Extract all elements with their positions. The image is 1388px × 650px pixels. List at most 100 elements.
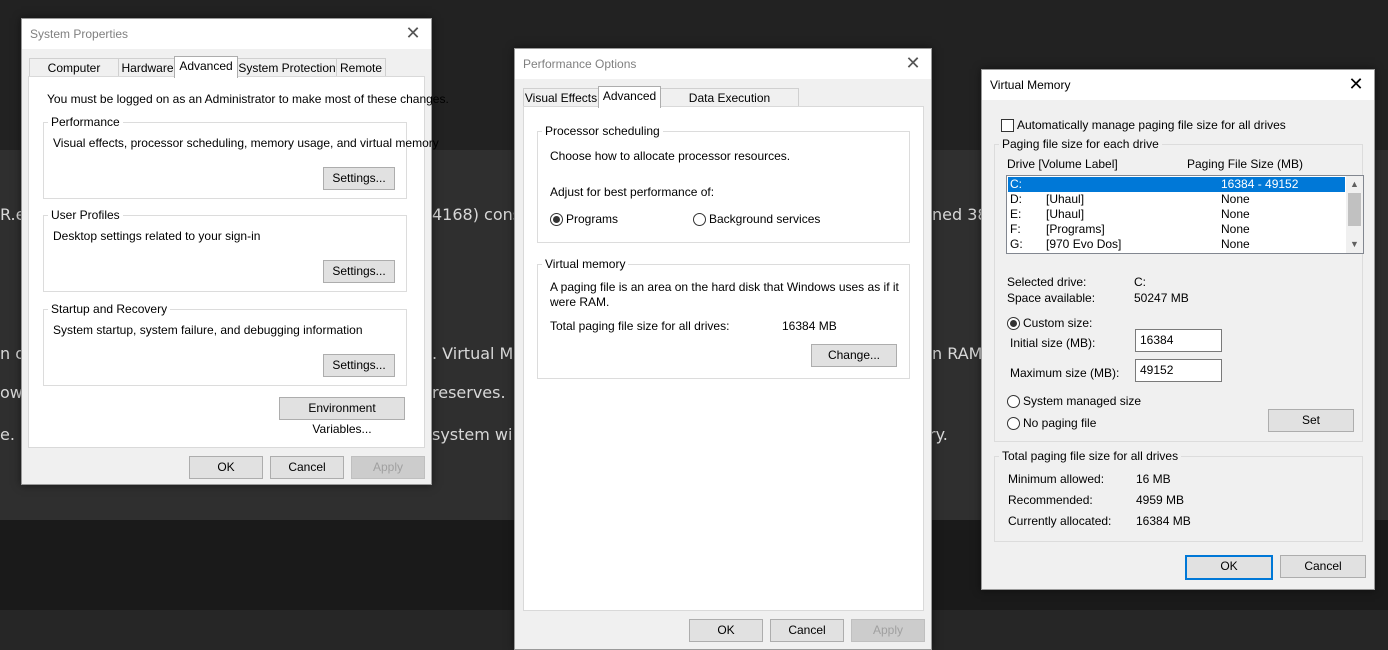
total-paging-group-label: Total paging file size for all drives xyxy=(999,449,1182,463)
initial-size-label: Initial size (MB): xyxy=(1010,336,1096,350)
background-services-radio[interactable] xyxy=(693,213,706,226)
user-profiles-settings-button[interactable]: Settings... xyxy=(323,260,395,283)
list-item[interactable]: F: [Programs] None xyxy=(1008,222,1345,237)
scrollbar[interactable]: ▲ ▼ xyxy=(1346,176,1363,253)
tab-advanced[interactable]: Advanced xyxy=(174,56,238,78)
bg-text: ow xyxy=(0,383,23,402)
tab-computer-name[interactable]: Computer Name xyxy=(29,58,119,93)
cancel-button[interactable]: Cancel xyxy=(770,619,844,642)
selected-drive-label: Selected drive: xyxy=(1007,275,1087,289)
close-icon[interactable]: ✕ xyxy=(903,53,923,73)
background-services-label[interactable]: Background services xyxy=(709,212,820,226)
programs-label[interactable]: Programs xyxy=(566,212,618,226)
user-profiles-desc: Desktop settings related to your sign-in xyxy=(53,229,261,243)
no-paging-file-radio[interactable] xyxy=(1007,417,1020,430)
maximum-size-input[interactable]: 49152 xyxy=(1135,359,1222,382)
custom-size-label[interactable]: Custom size: xyxy=(1023,316,1092,330)
minimum-allowed-value: 16 MB xyxy=(1136,472,1171,486)
currently-allocated-label: Currently allocated: xyxy=(1008,514,1112,528)
window-title: Performance Options xyxy=(523,57,637,71)
performance-settings-button[interactable]: Settings... xyxy=(323,167,395,190)
paging-size: None xyxy=(1221,207,1250,221)
system-properties-window: System Properties ✕ Computer Name Hardwa… xyxy=(21,18,449,485)
drive-letter: F: xyxy=(1010,222,1021,236)
drive-column-header: Drive [Volume Label] xyxy=(1007,157,1118,171)
system-managed-label[interactable]: System managed size xyxy=(1023,394,1141,408)
apply-button[interactable]: Apply xyxy=(351,456,425,479)
list-item[interactable]: G: [970 Evo Dos] None xyxy=(1008,237,1345,252)
virtual-memory-desc: A paging file is an area on the hard dis… xyxy=(550,280,899,309)
system-managed-radio[interactable] xyxy=(1007,395,1020,408)
user-profiles-group: User Profiles Desktop settings related t… xyxy=(43,208,407,292)
virtual-memory-group: Virtual memory A paging file is an area … xyxy=(537,257,910,379)
tab-advanced[interactable]: Advanced xyxy=(598,86,661,108)
bg-text: . Virtual Me xyxy=(432,344,524,363)
drive-list[interactable]: C: 16384 - 49152 D: [Uhaul] None E: [Uha… xyxy=(1006,175,1364,254)
total-paging-group: Total paging file size for all drives Mi… xyxy=(994,449,1363,542)
custom-size-radio[interactable] xyxy=(1007,317,1020,330)
tab-strip: Computer Name Hardware Advanced System P… xyxy=(29,56,424,93)
admin-note: You must be logged on as an Administrato… xyxy=(47,92,449,106)
volume-label: [Uhaul] xyxy=(1046,207,1085,221)
startup-recovery-settings-button[interactable]: Settings... xyxy=(323,354,395,377)
programs-radio[interactable] xyxy=(550,213,563,226)
bg-text: 4168) cons xyxy=(432,205,522,224)
scroll-up-icon[interactable]: ▲ xyxy=(1346,176,1363,193)
virtual-memory-label: Virtual memory xyxy=(542,257,629,271)
drive-letter: C: xyxy=(1010,177,1022,191)
tab-data-execution-prevention[interactable]: Data Execution Prevention xyxy=(660,88,799,123)
title-bar: Performance Options ✕ xyxy=(515,49,931,79)
close-icon[interactable]: ✕ xyxy=(1346,74,1366,94)
drive-letter: D: xyxy=(1010,192,1022,206)
bg-text: reserves. xyxy=(432,383,506,402)
scroll-thumb[interactable] xyxy=(1348,193,1361,226)
change-button[interactable]: Change... xyxy=(811,344,897,367)
initial-size-input[interactable]: 16384 xyxy=(1135,329,1222,352)
adjust-for-label: Adjust for best performance of: xyxy=(550,185,715,199)
space-available-label: Space available: xyxy=(1007,291,1096,305)
close-icon[interactable]: ✕ xyxy=(403,23,423,43)
auto-manage-checkbox[interactable] xyxy=(1001,119,1014,132)
startup-recovery-desc: System startup, system failure, and debu… xyxy=(53,323,363,337)
apply-button[interactable]: Apply xyxy=(851,619,925,642)
selected-drive-value: C: xyxy=(1134,275,1146,289)
total-paging-value: 16384 MB xyxy=(782,319,837,333)
tab-system-protection[interactable]: System Protection xyxy=(237,58,337,77)
list-item[interactable]: E: [Uhaul] None xyxy=(1008,207,1345,222)
auto-manage-label[interactable]: Automatically manage paging file size fo… xyxy=(1017,118,1286,132)
tab-visual-effects[interactable]: Visual Effects xyxy=(523,88,599,107)
drive-letter: G: xyxy=(1010,237,1023,251)
bg-text: e. xyxy=(0,425,15,444)
maximum-size-label: Maximum size (MB): xyxy=(1010,366,1120,380)
size-column-header: Paging File Size (MB) xyxy=(1187,157,1304,171)
processor-scheduling-label: Processor scheduling xyxy=(542,124,663,138)
ok-button[interactable]: OK xyxy=(1185,555,1273,580)
paging-file-group-label: Paging file size for each drive xyxy=(999,137,1162,151)
environment-variables-button[interactable]: Environment Variables... xyxy=(279,397,405,436)
bg-text: n RAM xyxy=(932,344,983,363)
drive-letter: E: xyxy=(1010,207,1022,221)
paging-size: None xyxy=(1221,192,1250,206)
performance-group: Performance Visual effects, processor sc… xyxy=(43,115,439,199)
scroll-down-icon[interactable]: ▼ xyxy=(1346,236,1363,253)
tab-hardware[interactable]: Hardware xyxy=(118,58,177,77)
cancel-button[interactable]: Cancel xyxy=(1280,555,1366,578)
no-paging-file-label[interactable]: No paging file xyxy=(1023,416,1096,430)
tab-remote[interactable]: Remote xyxy=(336,58,386,77)
list-item[interactable]: D: [Uhaul] None xyxy=(1008,192,1345,207)
processor-scheduling-group: Processor scheduling Choose how to alloc… xyxy=(537,124,910,243)
window-title: Virtual Memory xyxy=(990,78,1071,92)
user-profiles-label: User Profiles xyxy=(48,208,123,222)
recommended-value: 4959 MB xyxy=(1136,493,1185,507)
advanced-tab-panel: Processor scheduling Choose how to alloc… xyxy=(523,106,924,611)
set-button[interactable]: Set xyxy=(1268,409,1354,432)
processor-scheduling-desc: Choose how to allocate processor resourc… xyxy=(550,149,791,163)
ok-button[interactable]: OK xyxy=(189,456,263,479)
ok-button[interactable]: OK xyxy=(689,619,763,642)
currently-allocated-value: 16384 MB xyxy=(1136,514,1191,528)
performance-desc: Visual effects, processor scheduling, me… xyxy=(53,136,439,150)
virtual-memory-window: Virtual Memory ✕ Automatically manage pa… xyxy=(981,69,1375,590)
cancel-button[interactable]: Cancel xyxy=(270,456,344,479)
recommended-label: Recommended: xyxy=(1008,493,1093,507)
list-item[interactable]: C: 16384 - 49152 xyxy=(1008,177,1345,192)
